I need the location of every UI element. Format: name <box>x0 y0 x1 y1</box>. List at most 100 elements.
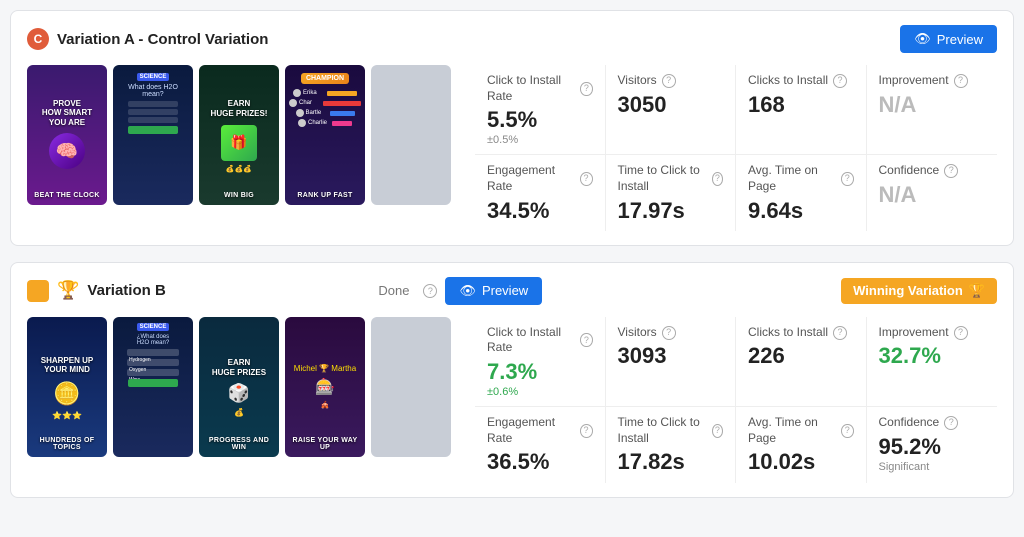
thumb-a1-text: PROVEHOW SMARTYOU ARE <box>40 97 94 130</box>
variation-a-title: Variation A - Control Variation <box>57 31 892 48</box>
variation-b-card: 🏆 Variation B Done ? 👁 Preview Winning V… <box>10 262 1014 498</box>
stat-confidence-label-a: Confidence ? <box>879 163 986 179</box>
stat-improvement-value-b: 32.7% <box>879 344 986 368</box>
thumb-a3-label: WIN BIG <box>199 192 279 199</box>
stat-engagement-label-a: Engagement Rate ? <box>487 163 593 194</box>
winning-badge: Winning Variation 🏆 <box>841 278 997 304</box>
stat-confidence-b: Confidence ? 95.2% Significant <box>867 407 998 482</box>
stat-clicks-install-value-b: 226 <box>748 344 854 368</box>
stat-visitors-b: Visitors ? 3093 <box>606 317 737 407</box>
stat-time-click-value-b: 17.82s <box>618 450 724 474</box>
info-icon-atp-a[interactable]: ? <box>841 172 853 186</box>
stat-click-install-rate-sub-a: ±0.5% <box>487 134 593 146</box>
thumb-b4: Michel 🏆 Martha 🎰 🎪 RAISE YOUR WAY UP <box>285 317 365 457</box>
thumb-b1: SHARPEN UPYOUR MIND 🪙 ⭐⭐⭐ HUNDREDS OF TO… <box>27 317 107 457</box>
stat-confidence-value-a: N/A <box>879 183 986 207</box>
thumb-b1-text: SHARPEN UPYOUR MIND <box>39 354 95 377</box>
thumb-b1-label: HUNDREDS OF TOPICS <box>27 437 107 451</box>
info-icon-visitors-a[interactable]: ? <box>662 74 676 88</box>
info-icon-atp-b[interactable]: ? <box>841 424 853 438</box>
stat-click-install-rate-label-a: Click to Install Rate ? <box>487 73 593 104</box>
stat-avg-time-b: Avg. Time on Page ? 10.02s <box>736 407 867 482</box>
info-icon-ttci-b[interactable]: ? <box>712 424 723 438</box>
eye-icon-b: 👁 <box>459 283 476 299</box>
stat-engagement-value-a: 34.5% <box>487 199 593 223</box>
info-icon-ci-a[interactable]: ? <box>833 74 847 88</box>
info-icon-conf-a[interactable]: ? <box>944 164 958 178</box>
variation-a-card: C Variation A - Control Variation 👁 Prev… <box>10 10 1014 246</box>
stat-confidence-a: Confidence ? N/A <box>867 155 998 230</box>
stat-visitors-label-b: Visitors ? <box>618 325 724 341</box>
info-icon-er-a[interactable]: ? <box>580 172 593 186</box>
info-icon-ci-b[interactable]: ? <box>833 326 847 340</box>
stat-time-click-value-a: 17.97s <box>618 199 724 223</box>
quiz-item-2 <box>128 109 178 115</box>
variation-b-header: 🏆 Variation B Done ? 👁 Preview Winning V… <box>27 277 997 305</box>
stat-avg-time-value-b: 10.02s <box>748 450 854 474</box>
stat-avg-time-a: Avg. Time on Page ? 9.64s <box>736 155 867 230</box>
stat-click-install-rate-value-b: 7.3% <box>487 360 593 384</box>
variation-b-title: Variation B <box>87 282 370 299</box>
stat-click-install-rate-a: Click to Install Rate ? 5.5% ±0.5% <box>475 65 606 155</box>
stat-click-install-rate-b: Click to Install Rate ? 7.3% ±0.6% <box>475 317 606 407</box>
thumb-a3: EarnHUGE PRIZES! 🎁 💰💰💰 WIN BIG <box>199 65 279 205</box>
stat-improvement-value-a: N/A <box>879 93 986 117</box>
stat-engagement-value-b: 36.5% <box>487 450 593 474</box>
thumb-b3-label: PROGRESS AND WIN <box>199 437 279 451</box>
variation-a-preview-button[interactable]: 👁 Preview <box>900 25 997 53</box>
info-icon-cir-b[interactable]: ? <box>580 333 592 347</box>
info-icon-er-b[interactable]: ? <box>580 424 593 438</box>
variation-a-stats: Click to Install Rate ? 5.5% ±0.5% Visit… <box>463 65 997 231</box>
stat-confidence-sub-b: Significant <box>879 461 986 473</box>
variation-b-screenshots: SHARPEN UPYOUR MIND 🪙 ⭐⭐⭐ HUNDREDS OF TO… <box>27 317 451 483</box>
lb-row-1: Erika <box>293 89 357 97</box>
variation-b-body: SHARPEN UPYOUR MIND 🪙 ⭐⭐⭐ HUNDREDS OF TO… <box>27 317 997 483</box>
stat-visitors-value-a: 3050 <box>618 93 724 117</box>
stat-visitors-a: Visitors ? 3050 <box>606 65 737 155</box>
stat-visitors-label-a: Visitors ? <box>618 73 724 89</box>
variation-b-preview-button[interactable]: 👁 Preview <box>445 277 542 305</box>
stat-time-click-label-a: Time to Click to Install ? <box>618 163 724 194</box>
lb-row-2: Char <box>289 99 361 107</box>
stat-engagement-label-b: Engagement Rate ? <box>487 415 593 446</box>
thumb-b2: SCIENCE ¿What doesH2O mean? Hydrogen Oxy… <box>113 317 193 457</box>
stat-improvement-b: Improvement ? 32.7% <box>867 317 998 407</box>
quiz-item-b2: Oxygen <box>127 359 179 366</box>
variation-a-header: C Variation A - Control Variation 👁 Prev… <box>27 25 997 53</box>
trophy-icon: 🏆 <box>57 280 79 301</box>
info-icon-visitors-b[interactable]: ? <box>662 326 676 340</box>
prize-box-a3: 🎁 <box>221 125 257 161</box>
stat-clicks-install-label-b: Clicks to Install ? <box>748 325 854 341</box>
stat-click-install-rate-sub-b: ±0.6% <box>487 386 593 398</box>
stat-improvement-label-a: Improvement ? <box>879 73 986 89</box>
stat-avg-time-label-a: Avg. Time on Page ? <box>748 163 854 194</box>
quiz-help-btn-b <box>128 379 178 387</box>
quiz-item-1 <box>128 101 178 107</box>
stat-click-install-rate-value-a: 5.5% <box>487 108 593 132</box>
info-icon-imp-a[interactable]: ? <box>954 74 968 88</box>
thumb-b3-text: EarnHUGE PRIZES <box>210 356 268 379</box>
variation-a-body: PROVEHOW SMARTYOU ARE 🧠 Beat the Clock S… <box>27 65 997 231</box>
stat-clicks-install-label-a: Clicks to Install ? <box>748 73 854 89</box>
variation-b-badge <box>27 280 49 302</box>
stat-clicks-install-value-a: 168 <box>748 93 854 117</box>
lb-row-4: Charlie <box>298 119 352 127</box>
quiz-item-b3: Wow <box>127 369 179 376</box>
quiz-help-btn <box>128 126 178 134</box>
info-icon-cir-a[interactable]: ? <box>580 82 592 96</box>
thumb-a1-label: Beat the Clock <box>27 192 107 199</box>
stat-engagement-a: Engagement Rate ? 34.5% <box>475 155 606 230</box>
info-icon-done[interactable]: ? <box>423 284 437 298</box>
info-icon-imp-b[interactable]: ? <box>954 326 968 340</box>
variation-a-screenshots: PROVEHOW SMARTYOU ARE 🧠 Beat the Clock S… <box>27 65 451 231</box>
stat-click-install-rate-label-b: Click to Install Rate ? <box>487 325 593 356</box>
thumb-b5-placeholder <box>371 317 451 457</box>
info-icon-conf-b[interactable]: ? <box>944 416 958 430</box>
stat-confidence-value-b: 95.2% <box>879 435 986 459</box>
lb-row-3: Bartle <box>296 109 355 117</box>
info-icon-ttci-a[interactable]: ? <box>712 172 723 186</box>
thumb-a5-placeholder <box>371 65 451 205</box>
stat-visitors-value-b: 3093 <box>618 344 724 368</box>
stat-improvement-a: Improvement ? N/A <box>867 65 998 155</box>
thumb-b4-label: RAISE YOUR WAY UP <box>285 437 365 451</box>
